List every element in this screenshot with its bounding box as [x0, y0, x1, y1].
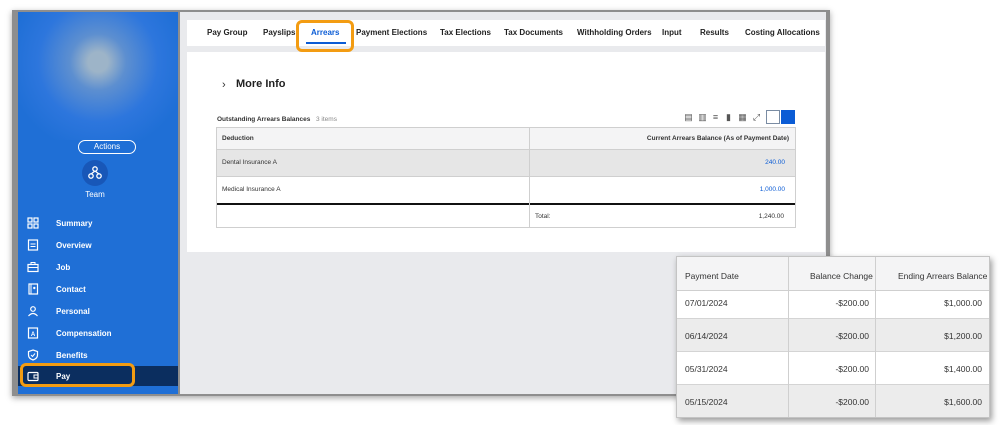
nav-label: Job: [56, 263, 71, 272]
tab-results[interactable]: Results: [700, 28, 729, 37]
tab-tax-elections[interactable]: Tax Elections: [440, 28, 491, 37]
tab-pay-group[interactable]: Pay Group: [207, 28, 247, 37]
nav-label: Benefits: [56, 351, 88, 360]
nav-label: Personal: [56, 307, 90, 316]
column-settings-icon[interactable]: ▦: [738, 112, 747, 122]
nav-item-compensation[interactable]: A Compensation: [18, 323, 178, 343]
cell-ending-balance: $1,600.00: [944, 397, 982, 407]
tab-input[interactable]: Input: [662, 28, 682, 37]
total-value: 1,240.00: [758, 213, 784, 220]
compensation-icon: A: [27, 327, 39, 339]
table-row[interactable]: Medical Insurance A 1,000.00: [217, 177, 795, 203]
arrears-highlight-callout: [296, 20, 354, 52]
more-info-toggle[interactable]: More Info: [236, 78, 286, 90]
cell-deduction: Dental Insurance A: [222, 159, 277, 166]
arrears-history-zoom: Payment Date Balance Change Ending Arrea…: [676, 256, 990, 418]
team-label: Team: [85, 190, 105, 199]
tab-tax-documents[interactable]: Tax Documents: [504, 28, 563, 37]
cell-deduction: Medical Insurance A: [222, 186, 281, 193]
tab-withholding-orders[interactable]: Withholding Orders: [577, 28, 652, 37]
column-header-balance-change[interactable]: Balance Change: [810, 271, 873, 281]
column-divider: [788, 257, 789, 417]
filter-icon[interactable]: ≡: [711, 112, 720, 122]
cell-balance-change: -$200.00: [835, 397, 869, 407]
table-row[interactable]: 05/15/2024 -$200.00 $1,600.00: [677, 385, 989, 417]
cell-balance-change: -$200.00: [835, 331, 869, 341]
shield-icon: [27, 349, 39, 361]
cell-ending-balance: $1,200.00: [944, 331, 982, 341]
column-divider: [875, 257, 876, 417]
fullscreen-icon[interactable]: ⤢: [752, 112, 761, 122]
nav-label: Contact: [56, 285, 86, 294]
table-row[interactable]: 07/01/2024 -$200.00 $1,000.00: [677, 286, 989, 319]
column-header-deduction[interactable]: Deduction: [217, 128, 529, 149]
tab-payment-elections[interactable]: Payment Elections: [356, 28, 427, 37]
list-view-button[interactable]: [766, 110, 780, 124]
briefcase-icon: [27, 262, 39, 273]
grid-icon: [27, 217, 39, 229]
chevron-right-icon[interactable]: ›: [222, 79, 226, 91]
grid-title: Outstanding Arrears Balances: [217, 116, 311, 123]
export-excel-icon[interactable]: ▤: [684, 112, 693, 122]
export-pdf-icon[interactable]: ▥: [698, 112, 707, 122]
total-label: Total:: [535, 213, 551, 220]
chart-icon[interactable]: ▮: [724, 112, 733, 122]
cell-balance-link[interactable]: 1,000.00: [760, 186, 785, 193]
cell-balance-link[interactable]: 240.00: [765, 159, 785, 166]
cell-ending-balance: $1,400.00: [944, 364, 982, 374]
cell-payment-date: 05/31/2024: [685, 364, 728, 374]
nav-label: Summary: [56, 219, 93, 228]
nav-label: Compensation: [56, 329, 112, 338]
person-icon: [28, 306, 38, 317]
cell-balance-change: -$200.00: [835, 364, 869, 374]
tab-costing-allocations[interactable]: Costing Allocations: [745, 28, 820, 37]
column-header-balance[interactable]: Current Arrears Balance (As of Payment D…: [530, 128, 795, 149]
cell-payment-date: 06/14/2024: [685, 331, 728, 341]
grid-view-button[interactable]: [781, 110, 795, 124]
nav-item-job[interactable]: Job: [18, 257, 178, 277]
column-divider: [529, 128, 530, 227]
nav-item-benefits[interactable]: Benefits: [18, 345, 178, 365]
cell-ending-balance: $1,000.00: [944, 298, 982, 308]
tab-payslips[interactable]: Payslips: [263, 28, 295, 37]
cell-balance-change: -$200.00: [835, 298, 869, 308]
column-header-payment-date[interactable]: Payment Date: [685, 271, 739, 281]
contact-book-icon: [28, 283, 39, 295]
column-header-ending-balance[interactable]: Ending Arrears Balance: [898, 271, 987, 281]
nav-item-contact[interactable]: Contact: [18, 279, 178, 299]
nav-item-personal[interactable]: Personal: [18, 301, 178, 321]
cell-payment-date: 07/01/2024: [685, 298, 728, 308]
team-icon[interactable]: [82, 160, 108, 186]
actions-button[interactable]: Actions: [78, 140, 136, 154]
nav-item-overview[interactable]: Overview: [18, 235, 178, 255]
doc-icon: [27, 239, 39, 251]
table-row[interactable]: 05/31/2024 -$200.00 $1,400.00: [677, 352, 989, 385]
profile-photo-blurred: [18, 12, 178, 140]
table-row[interactable]: 06/14/2024 -$200.00 $1,200.00: [677, 319, 989, 352]
table-row[interactable]: Dental Insurance A 240.00: [217, 150, 795, 176]
pay-highlight-callout: [20, 363, 135, 387]
nav-label: Overview: [56, 241, 92, 250]
total-divider: [217, 203, 795, 205]
svg-text:A: A: [31, 332, 36, 338]
grid-item-count: 3 items: [316, 116, 337, 123]
cell-payment-date: 05/15/2024: [685, 397, 728, 407]
nav-item-summary[interactable]: Summary: [18, 213, 178, 233]
